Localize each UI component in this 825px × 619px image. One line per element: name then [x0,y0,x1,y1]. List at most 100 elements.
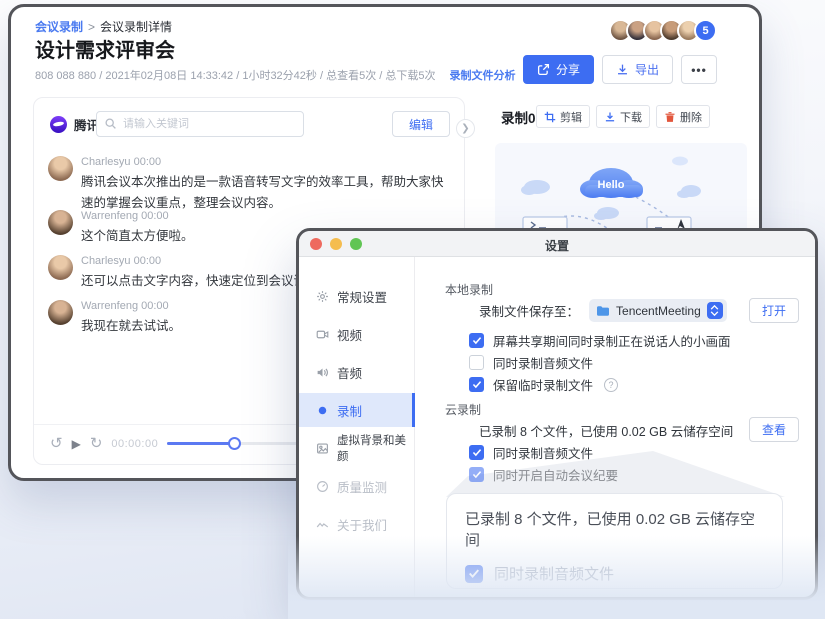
sidebar-item-virtual-background[interactable]: 虚拟背景和美颜 [299,431,415,465]
speaker-name: Charlesyu [81,156,131,168]
message-time[interactable]: 00:00 [141,210,169,222]
sidebar-item-video[interactable]: 视频 [299,317,415,351]
breadcrumb: 会议录制>会议录制详情 [35,18,172,35]
sidebar-item-about[interactable]: 关于我们 [299,507,415,541]
checkbox-label: 同时开启自动会议纪要 [494,597,644,600]
tencent-translate-logo-icon [50,116,67,133]
settings-sidebar: 常规设置 视频 音频 录制 虚拟背景和美颜 质量监测 关于我们 [299,257,415,597]
save-location-row: 录制文件保存至： TencentMeeting [479,299,727,322]
sidebar-item-recording[interactable]: 录制 [299,393,415,427]
edit-button[interactable]: 编辑 [392,111,450,137]
search-input[interactable] [96,111,304,137]
local-recording-section-title: 本地录制 [445,281,493,298]
sidebar-label: 关于我们 [337,515,387,534]
speaker-name: Charlesyu [81,255,131,267]
avatar [48,300,73,325]
slider-progress [167,442,234,445]
audio-player: ↺ ▶ ↻ 00:00:00 [50,436,310,451]
video-camera-icon [316,328,329,341]
seek-slider[interactable] [167,437,310,450]
message-time[interactable]: 00:00 [134,255,162,267]
download-icon [604,111,616,123]
recording-actions: 剪辑 下载 删除 [536,105,710,128]
checkbox-record-speaker-thumbnail[interactable]: 屏幕共享期间同时录制正在说话人的小画面 [469,331,731,350]
checkbox-keep-temp-files[interactable]: 保留临时录制文件 ? [469,375,618,394]
rewind-icon[interactable]: ↺ [50,436,63,451]
avatar [48,255,73,280]
clip-button[interactable]: 剪辑 [536,105,590,128]
checkbox-checked-icon[interactable] [469,377,484,392]
folder-icon [596,305,610,317]
slider-knob[interactable] [228,437,241,450]
crop-icon [544,111,556,123]
download-button[interactable]: 下载 [596,105,650,128]
checkbox-record-audio-local[interactable]: 同时录制音频文件 [469,353,593,372]
settings-titlebar: 设置 [299,231,815,257]
analysis-link[interactable]: 录制文件分析 [449,70,515,82]
callout-checkbox-minutes: 同时开启自动会议纪要 [465,597,764,600]
clip-label: 剪辑 [560,109,582,125]
keyword-search [96,111,304,137]
sidebar-label: 虚拟背景和美颜 [337,432,415,464]
more-actions-button[interactable]: ••• [681,55,717,84]
checkbox-auto-meeting-minutes[interactable]: 同时开启自动会议纪要 [469,465,618,484]
open-folder-button[interactable]: 打开 [749,298,799,323]
stepper-icon[interactable] [707,302,723,319]
view-cloud-files-button[interactable]: 查看 [749,417,799,442]
checkbox-checked-icon [465,599,483,601]
folder-name: TencentMeeting [616,304,701,318]
message-time[interactable]: 00:00 [134,156,162,168]
sidebar-label: 质量监测 [337,477,387,496]
play-button[interactable]: ▶ [72,438,81,450]
participants-count-badge[interactable]: 5 [694,19,717,42]
checkbox-checked-icon[interactable] [469,333,484,348]
help-icon[interactable]: ? [604,378,618,392]
delete-label: 删除 [680,109,702,125]
checkbox-unchecked-icon[interactable] [469,355,484,370]
magnified-callout: 已录制 8 个文件，已使用 0.02 GB 云储存空间 同时录制音频文件 同时开… [446,493,783,589]
export-button[interactable]: 导出 [602,55,673,84]
page-title: 设计需求评审会 [35,34,175,63]
speaker-name: Warrenfeng [81,300,138,312]
speaker-name: Warrenfeng [81,210,138,222]
settings-title: 设置 [299,237,815,254]
download-label: 下载 [620,109,642,125]
message-time[interactable]: 00:00 [141,300,169,312]
checkbox-label: 屏幕共享期间同时录制正在说话人的小画面 [493,331,731,350]
avatar [48,210,73,235]
settings-content: 本地录制 录制文件保存至： TencentMeeting 打开 屏幕共享期间同时… [415,257,815,597]
checkbox-checked-icon[interactable] [469,445,484,460]
playback-time: 00:00:00 [111,438,158,450]
gear-icon [316,290,329,303]
breadcrumb-link-recordings[interactable]: 会议录制 [35,20,83,34]
settings-window: 设置 常规设置 视频 音频 录制 虚拟背景和美颜 质量监测 关于我们 [296,228,818,600]
checkbox-checked-icon [465,565,483,583]
share-button[interactable]: 分享 [523,55,594,84]
record-icon [316,404,329,417]
cloud-recording-section-title: 云录制 [445,401,481,418]
sidebar-label: 常规设置 [337,287,387,306]
hello-text: Hello [598,179,625,191]
sidebar-item-general[interactable]: 常规设置 [299,279,415,313]
collapse-chevron-button[interactable]: ❯ [456,119,475,138]
checkbox-record-audio-cloud[interactable]: 同时录制音频文件 [469,443,593,462]
participants-avatars: 5 [615,19,717,42]
mountains-icon [316,518,329,531]
download-icon [616,63,629,76]
breadcrumb-separator: > [88,20,95,34]
checkbox-label: 同时开启自动会议纪要 [493,465,618,484]
checkbox-checked-icon[interactable] [469,467,484,482]
forward-icon[interactable]: ↻ [90,436,103,451]
gauge-icon [316,480,329,493]
transcript-message: Charlesyu 00:00 腾讯会议本次推出的是一款语音转写文字的效率工具，… [48,156,452,213]
cloud-usage-text: 已录制 8 个文件，已使用 0.02 GB 云储存空间 [479,421,733,440]
sidebar-item-quality[interactable]: 质量监测 [299,469,415,503]
callout-usage-text: 已录制 8 个文件，已使用 0.02 GB 云储存空间 [465,508,764,550]
save-folder-select[interactable]: TencentMeeting [589,299,727,322]
meta-line: 808 088 880 / 2021年02月08日 14:33:42 / 1小时… [35,67,515,83]
sidebar-item-audio[interactable]: 音频 [299,355,415,389]
callout-checkbox-audio: 同时录制音频文件 [465,563,764,584]
delete-button[interactable]: 删除 [656,105,710,128]
message-text[interactable]: 腾讯会议本次推出的是一款语音转写文字的效率工具，帮助大家快速的掌握会议重点，整理… [81,172,453,213]
share-label: 分享 [556,61,580,78]
